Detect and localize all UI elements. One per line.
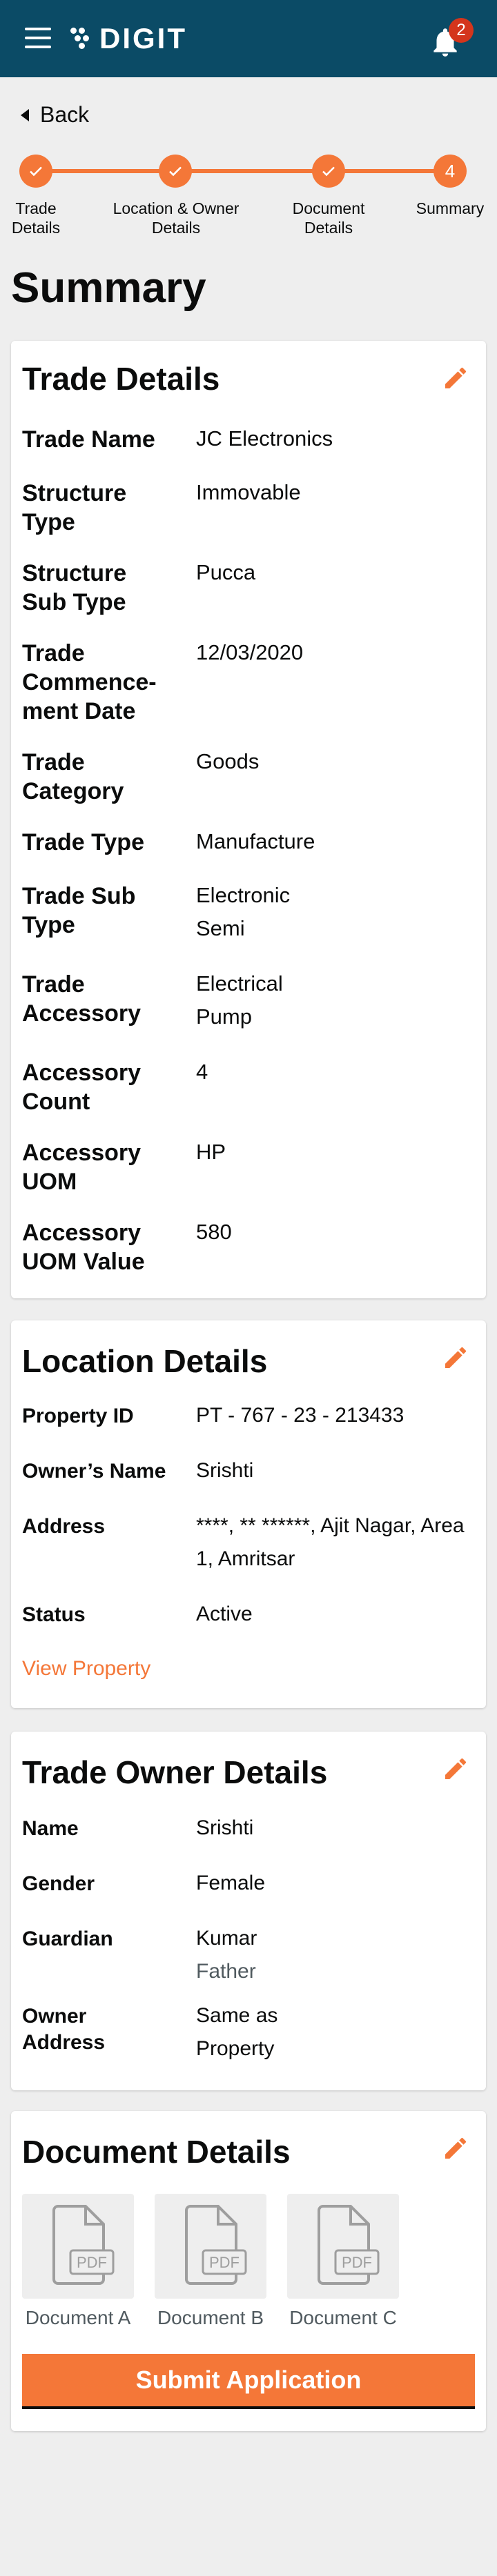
view-property-link[interactable]: View Property — [22, 1657, 150, 1681]
accessory-uom-value-value: 580 — [196, 1220, 232, 1244]
edit-trade-details-icon[interactable] — [442, 364, 469, 392]
document-c-name: Document C — [289, 2307, 397, 2328]
trade-type-label: Trade Type — [22, 829, 144, 855]
document-a[interactable]: PDF Document A — [22, 2194, 134, 2329]
stepper-line — [36, 169, 450, 173]
guardian-value: Kumar Father — [196, 1922, 472, 1988]
accessory-uom-value: HP — [196, 1140, 226, 1164]
trade-details-title: Trade Details — [22, 361, 220, 397]
owner-name-label: Name — [22, 1817, 79, 1840]
document-c-thumbnail: PDF — [287, 2194, 399, 2299]
step-4-number: 4 — [433, 155, 467, 188]
structure-type-label: Structure Type — [22, 480, 127, 535]
step-1-check-icon — [19, 155, 52, 188]
document-details-title: Document Details — [22, 2134, 291, 2170]
back-button[interactable]: Back — [21, 102, 89, 128]
structure-sub-type-label: Structure Sub Type — [22, 560, 127, 615]
document-a-thumbnail: PDF — [22, 2194, 134, 2299]
gender-label: Gender — [22, 1872, 95, 1895]
step-3-check-icon — [312, 155, 345, 188]
accessory-count-label: Accessory Count — [22, 1060, 142, 1115]
trade-sub-type-label: Trade Sub Type — [22, 883, 136, 938]
step-2-check-icon — [159, 155, 192, 188]
document-b[interactable]: PDF Document B — [155, 2194, 266, 2329]
address-value: ****, ** ******, Ajit Nagar, Area 1, Amr… — [196, 1514, 465, 1570]
owners-name-label: Owner’s Name — [22, 1460, 166, 1483]
trade-owner-details-title: Trade Owner Details — [22, 1754, 328, 1790]
trade-commencement-date-label: Trade Commence-ment Date — [22, 640, 157, 724]
structure-sub-type-value: Pucca — [196, 560, 256, 584]
guardian-name: Kumar — [196, 1927, 257, 1950]
step-3-label: Document Details — [292, 199, 365, 237]
trade-sub-type-value: Electronic Semi — [196, 883, 291, 940]
pdf-file-icon: PDF — [318, 2205, 380, 2285]
accessory-uom-value-label: Accessory UOM Value — [22, 1220, 145, 1275]
menu-icon[interactable] — [25, 28, 51, 48]
trade-name-value: JC Electronics — [196, 426, 333, 450]
pdf-label: PDF — [209, 2254, 240, 2271]
trade-owner-details-card: Trade Owner Details Name Srishti Gender … — [11, 1732, 486, 2090]
location-details-card: Location Details Property ID PT - 767 - … — [11, 1320, 486, 1708]
location-details-title: Location Details — [22, 1343, 268, 1379]
app-name: DIGIT — [99, 22, 187, 55]
trade-commencement-date-value: 12/03/2020 — [196, 640, 304, 664]
trade-accessory-value: Electrical Pump — [196, 971, 283, 1029]
accessory-count-value: 4 — [196, 1060, 208, 1084]
status-label: Status — [22, 1603, 86, 1626]
guardian-label: Guardian — [22, 1928, 113, 1950]
edit-owner-details-icon[interactable] — [442, 1755, 469, 1783]
edit-document-details-icon[interactable] — [442, 2134, 469, 2162]
top-bar: DIGIT 2 — [0, 0, 497, 77]
pdf-file-icon: PDF — [185, 2205, 247, 2285]
document-c[interactable]: PDF Document C — [287, 2194, 399, 2329]
property-id-label: Property ID — [22, 1405, 134, 1427]
pdf-file-icon: PDF — [52, 2205, 115, 2285]
progress-stepper: Trade Details Location & Owner Details D… — [0, 152, 497, 241]
trade-category-value: Goods — [196, 749, 260, 773]
edit-location-details-icon[interactable] — [442, 1344, 469, 1371]
app-logo: DIGIT — [69, 21, 187, 57]
trade-accessory-label: Trade Accessory — [22, 971, 142, 1027]
owners-name-value: Srishti — [196, 1459, 254, 1482]
back-label: Back — [40, 102, 90, 127]
page-title: Summary — [11, 264, 206, 312]
status-value: Active — [196, 1603, 253, 1625]
logo-dots-icon — [69, 25, 97, 52]
back-arrow-icon — [21, 108, 29, 121]
notification-badge: 2 — [449, 18, 474, 43]
gender-value: Female — [196, 1872, 266, 1894]
document-b-thumbnail: PDF — [155, 2194, 266, 2299]
step-4-label: Summary — [416, 199, 485, 217]
owner-address-label: Owner Address — [22, 2005, 106, 2054]
step-1-label: Trade Details — [11, 199, 61, 237]
submit-application-button[interactable]: Submit Application — [22, 2354, 475, 2409]
document-details-card: Document Details PDF Document A PDF Docu… — [11, 2111, 486, 2431]
trade-details-card: Trade Details Trade Name JC Electronics … — [11, 341, 486, 1298]
step-2-label: Location & Owner Details — [113, 199, 240, 237]
pdf-label: PDF — [342, 2254, 372, 2271]
pdf-label: PDF — [77, 2254, 107, 2271]
accessory-uom-label: Accessory UOM — [22, 1140, 142, 1195]
address-label: Address — [22, 1515, 106, 1538]
trade-name-label: Trade Name — [22, 426, 155, 453]
trade-type-value: Manufacture — [196, 829, 315, 853]
trade-category-label: Trade Category — [22, 749, 124, 804]
property-id-value: PT - 767 - 23 - 213433 — [196, 1404, 405, 1427]
document-b-name: Document B — [157, 2307, 264, 2328]
owner-address-value: Same as Property — [196, 2004, 278, 2060]
guardian-relation: Father — [196, 1960, 256, 1983]
document-a-name: Document A — [25, 2307, 131, 2328]
owner-name-value: Srishti — [196, 1816, 254, 1839]
structure-type-value: Immovable — [196, 480, 301, 504]
